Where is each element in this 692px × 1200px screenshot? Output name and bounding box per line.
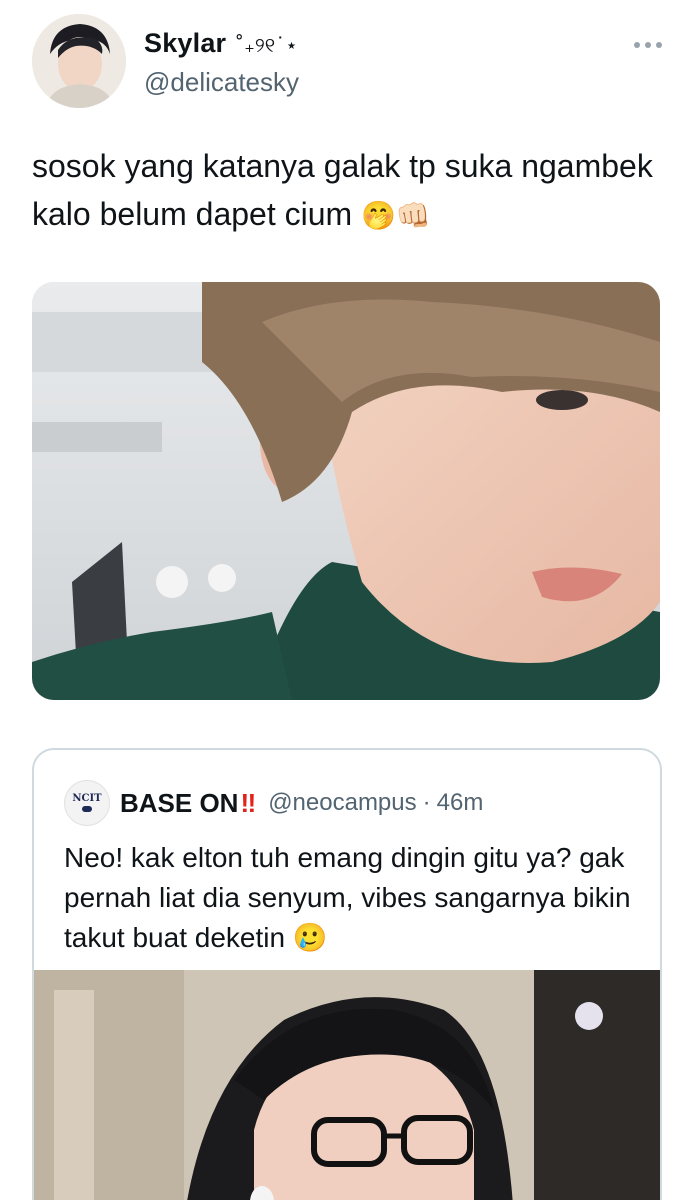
tweet-image[interactable] <box>32 282 660 700</box>
quoted-avatar[interactable]: NCIT <box>64 780 110 826</box>
double-exclamation-icon: ‼ <box>240 787 257 818</box>
display-name-row: Skylar ˚₊୨୧˙⋆ <box>144 28 299 59</box>
tweet-text: sosok yang katanya galak tp suka ngambek… <box>32 142 662 240</box>
more-dot <box>645 42 651 48</box>
quoted-timestamp[interactable]: 46m <box>437 789 484 817</box>
quoted-display-name[interactable]: BASE ON <box>120 788 238 819</box>
tweet-photo <box>32 282 660 700</box>
display-name[interactable]: Skylar <box>144 28 226 59</box>
quoted-emoji: 🥲 <box>292 921 328 954</box>
quoted-avatar-mark <box>82 806 92 812</box>
tweet-header: Skylar ˚₊୨୧˙⋆ @delicatesky <box>32 14 668 114</box>
quoted-tweet-image[interactable] <box>34 970 660 1200</box>
quoted-handle[interactable]: @neocampus <box>268 789 416 817</box>
more-icon[interactable] <box>634 42 662 48</box>
more-dot <box>634 42 640 48</box>
avatar-photo <box>32 14 126 108</box>
tweet-body: sosok yang katanya galak tp suka ngambek… <box>32 148 653 232</box>
display-name-decoration: ˚₊୨୧˙⋆ <box>234 33 298 57</box>
quoted-separator: · <box>422 789 431 816</box>
quoted-avatar-logo: NCIT <box>72 793 102 804</box>
quoted-body: Neo! kak elton tuh emang dingin gitu ya?… <box>64 842 631 953</box>
tweet-card: Skylar ˚₊୨୧˙⋆ @delicatesky sosok yang ka… <box>0 0 692 1200</box>
tweet-emojis: 🤭👊🏻 <box>361 199 431 232</box>
author-handle[interactable]: @delicatesky <box>144 67 299 98</box>
author-avatar[interactable] <box>32 14 126 108</box>
quoted-tweet-header: NCIT BASE ON ‼ @neocampus · 46m <box>64 780 483 826</box>
author-names: Skylar ˚₊୨୧˙⋆ @delicatesky <box>144 28 299 98</box>
quoted-tweet-text: Neo! kak elton tuh emang dingin gitu ya?… <box>64 838 634 958</box>
quoted-tweet[interactable]: NCIT BASE ON ‼ @neocampus · 46m Neo! kak… <box>32 748 662 1200</box>
more-dot <box>656 42 662 48</box>
quoted-photo <box>34 970 660 1200</box>
